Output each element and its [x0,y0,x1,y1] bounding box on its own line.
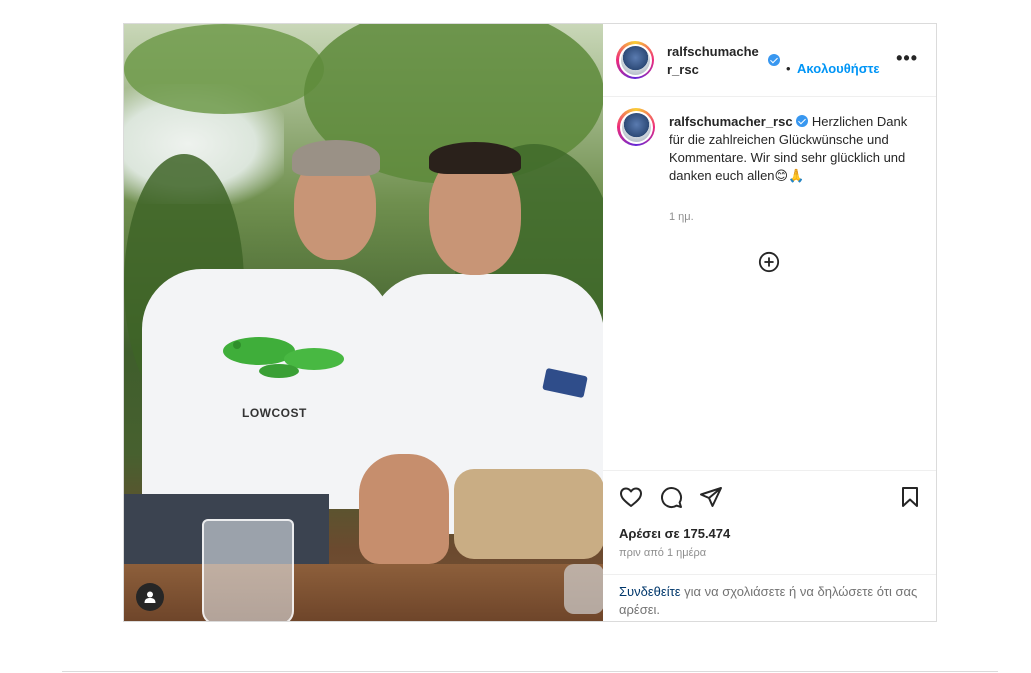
caption-avatar[interactable] [617,108,655,146]
author-username-line2[interactable]: r_rsc [667,61,759,79]
login-prompt: Συνδεθείτε για να σχολιάσετε ή να δηλώσε… [603,574,936,623]
photo-table [124,564,603,621]
photo-foliage [124,24,324,114]
caption-time[interactable]: 1 ημ. [669,211,694,223]
left-person-hair [292,140,380,176]
user-tag-icon [144,591,156,603]
send-icon[interactable] [699,485,723,509]
post-photo[interactable]: LOWCOST [124,24,603,621]
user-tag-button[interactable] [136,583,164,611]
shirt-crocodile-graphic [223,337,344,378]
likes-count[interactable]: Αρέσει σε 175.474 [619,526,730,541]
more-options-button[interactable]: ••• [896,48,918,69]
author-username-line1[interactable]: ralfschumache [667,43,759,61]
left-person-shirt [142,269,392,509]
caption-text: ralfschumacher_rsc Herzlichen Dank für d… [669,113,919,185]
right-person-shorts [454,469,603,559]
comment-icon[interactable] [659,485,683,509]
author-name-block[interactable]: ralfschumache r_rsc [667,43,759,79]
post-timestamp[interactable]: πριν από 1 ημέρα [619,547,706,559]
follow-separator: • [786,61,791,76]
verified-badge-icon [768,54,780,66]
caption-username[interactable]: ralfschumacher_rsc [669,114,793,129]
avatar-image [621,112,651,142]
right-person-knee [359,454,449,564]
avatar-image [620,45,650,75]
post-side-panel: ralfschumache r_rsc • Ακολουθήστε ••• ra… [603,24,936,621]
login-link[interactable]: Συνδεθείτε [619,584,681,599]
right-person-hair [429,142,521,174]
author-avatar[interactable] [616,41,654,79]
page-divider [62,671,998,672]
verified-badge-icon [796,115,809,127]
photo-ashtray [564,564,603,614]
post-header: ralfschumache r_rsc • Ακολουθήστε ••• [603,24,936,97]
shirt-logo-text: LOWCOST [242,406,307,420]
instagram-post: LOWCOST ralfschumache r_rsc • Ακολουθήστ… [123,23,937,622]
login-prompt-text: Συνδεθείτε για να σχολιάσετε ή να δηλώσε… [619,583,919,619]
post-actions: Αρέσει σε 175.474 πριν από 1 ημέρα Συνδε… [603,470,936,622]
photo-glass [202,519,294,621]
heart-icon[interactable] [619,485,643,509]
follow-button[interactable]: Ακολουθήστε [797,61,880,76]
bookmark-icon[interactable] [898,485,922,509]
plus-circle-icon[interactable] [758,251,780,273]
